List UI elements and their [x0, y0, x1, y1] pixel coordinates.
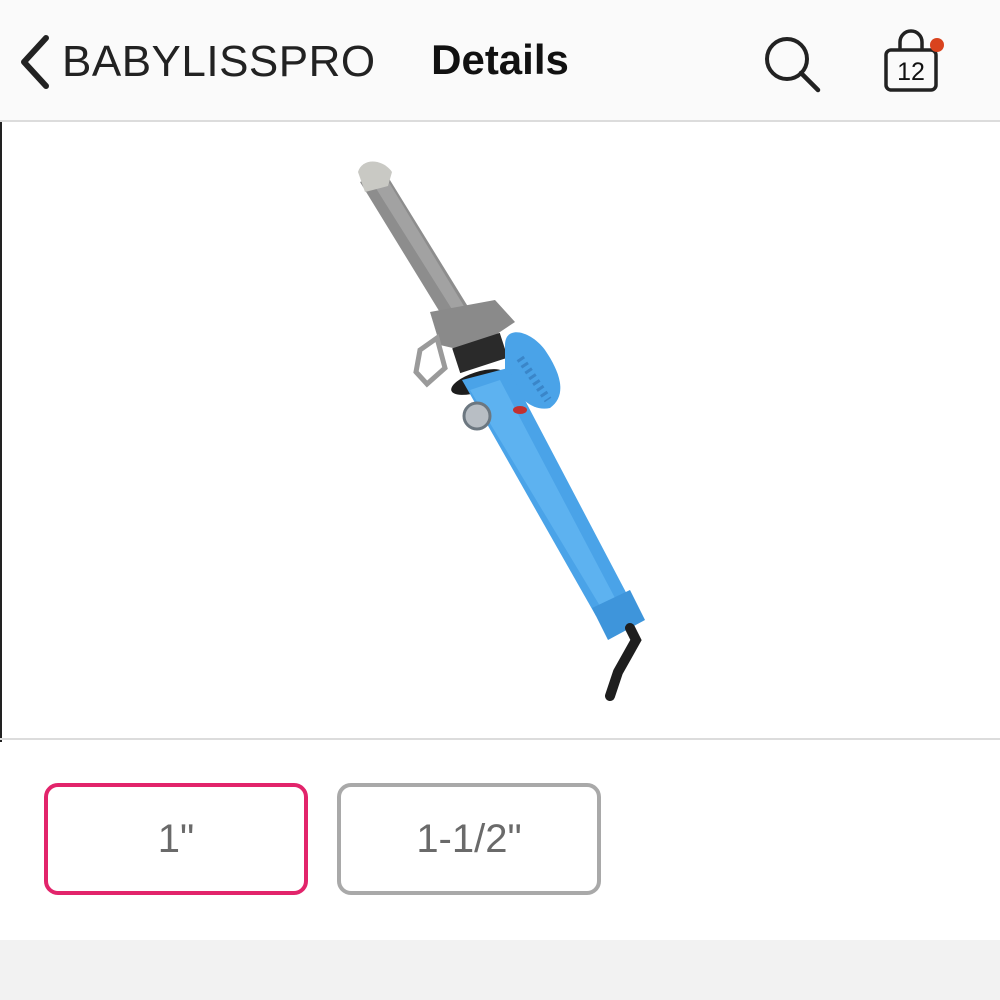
- top-navigation-bar: BABYLISSPRO Details 12: [0, 0, 1000, 122]
- search-icon: [765, 37, 821, 93]
- cart-button[interactable]: 12: [878, 28, 950, 100]
- back-button[interactable]: BABYLISSPRO: [18, 30, 376, 94]
- variant-option-1-1-2-inch[interactable]: 1-1/2": [337, 783, 601, 895]
- back-label: BABYLISSPRO: [62, 37, 376, 86]
- cart-count: 12: [897, 58, 925, 86]
- curling-iron-image: [358, 161, 645, 701]
- chevron-left-icon: [21, 35, 49, 89]
- section-divider: [0, 738, 1000, 740]
- bottom-section: [0, 940, 1000, 1000]
- notification-dot: [930, 38, 944, 52]
- page-title: Details: [431, 36, 569, 83]
- search-button[interactable]: [760, 32, 824, 96]
- variant-option-1-inch[interactable]: 1": [44, 783, 308, 895]
